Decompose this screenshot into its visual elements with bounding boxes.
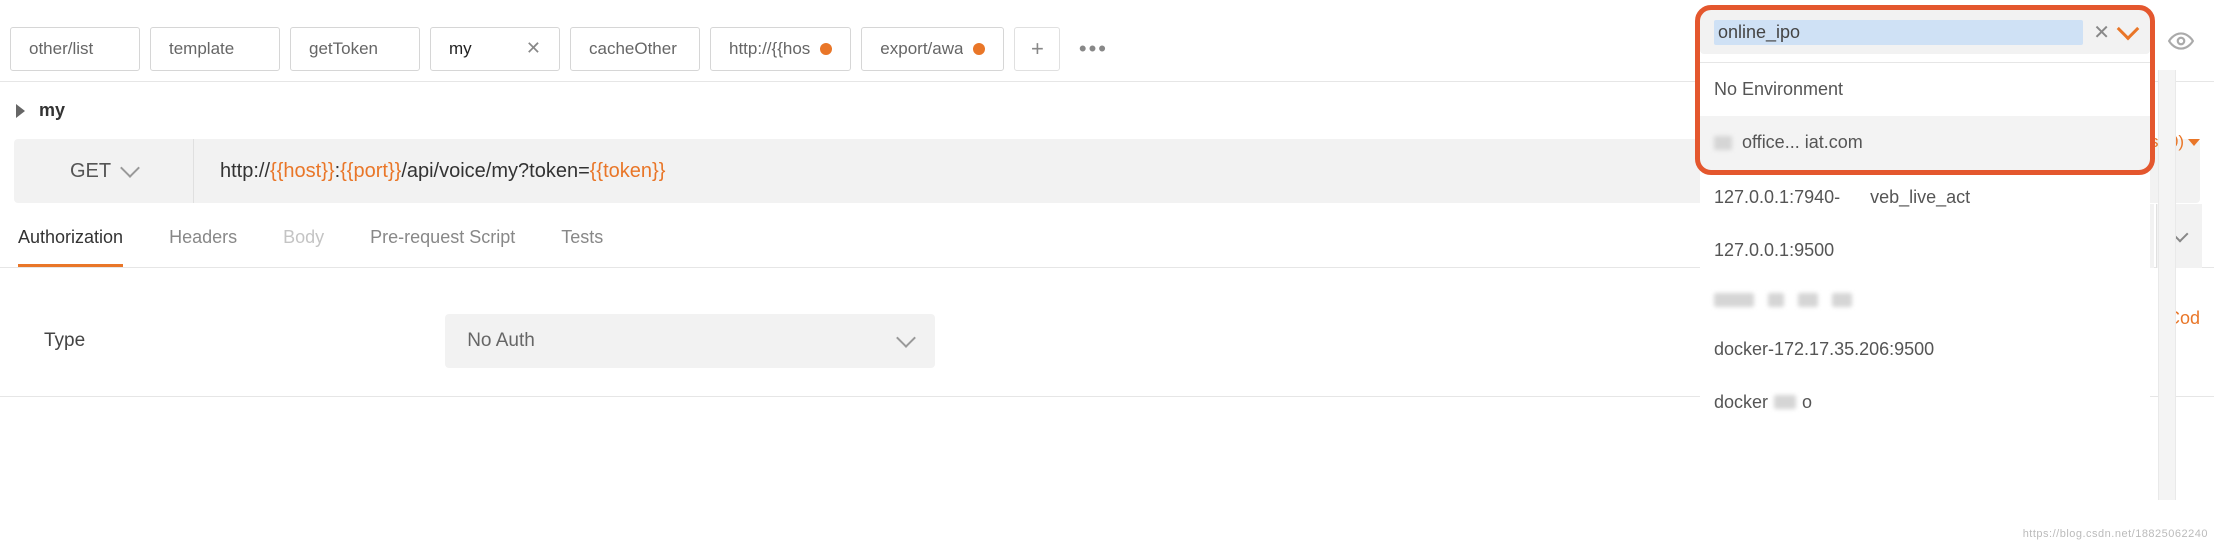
http-method-label: GET	[70, 160, 111, 183]
url-var: {{port}}	[340, 160, 401, 183]
tab-cacheother[interactable]: cacheOther	[570, 27, 700, 71]
req-tab-label: Body	[283, 227, 324, 247]
chevron-down-icon	[896, 328, 916, 348]
blurred-text	[1774, 395, 1796, 409]
chevron-down-icon	[120, 158, 140, 178]
env-item-label: 127.0.0.1:7940-	[1714, 187, 1840, 208]
tab-template[interactable]: template	[150, 27, 280, 71]
blurred-text	[1714, 136, 1732, 150]
tab-gettoken[interactable]: getToken	[290, 27, 420, 71]
tab-tests[interactable]: Tests	[561, 227, 603, 267]
watermark: https://blog.csdn.net/18825062240	[2023, 528, 2208, 540]
env-item-label: No Environment	[1714, 79, 1843, 99]
tab-label: getToken	[309, 39, 401, 59]
env-item-label: veb_live_act	[1870, 187, 1970, 208]
req-tab-label: Headers	[169, 227, 237, 247]
tab-label: export/awa	[880, 39, 963, 59]
auth-type-select[interactable]: No Auth	[445, 314, 935, 368]
unsaved-dot-icon	[820, 43, 832, 55]
tab-my[interactable]: my ✕	[430, 27, 560, 71]
url-var: {{host}}	[270, 160, 335, 183]
tab-label: cacheOther	[589, 39, 681, 59]
scrollbar[interactable]	[2158, 70, 2176, 500]
env-item-label: docker-172.17.35.206:9500	[1714, 339, 1934, 359]
req-tab-label: Tests	[561, 227, 603, 247]
url-seg: http://	[220, 160, 270, 183]
tab-body[interactable]: Body	[283, 227, 324, 267]
req-tab-label: Pre-request Script	[370, 227, 515, 247]
env-item-7940[interactable]: 127.0.0.1:7940- veb_live_act	[1700, 171, 2150, 224]
environment-select[interactable]: online_ipo ✕	[1700, 10, 2150, 54]
tab-authorization[interactable]: Authorization	[18, 227, 123, 267]
environment-selected: online_ipo	[1714, 20, 2083, 45]
tab-http-hos[interactable]: http://{{hos	[710, 27, 851, 71]
auth-type-value: No Auth	[467, 330, 535, 352]
environment-panel: online_ipo ✕ No Environment office... ia…	[1700, 10, 2150, 429]
close-icon[interactable]: ✕	[2093, 20, 2110, 45]
env-item-label: office... iat.com	[1742, 132, 1863, 153]
blurred-text	[1714, 293, 2136, 307]
url-var: {{token}}	[590, 160, 666, 183]
unsaved-dot-icon	[973, 43, 985, 55]
url-seg: /api/voice/my?token=	[401, 160, 589, 183]
env-item-docker-ip[interactable]: docker-172.17.35.206:9500	[1700, 323, 2150, 376]
req-tab-label: Authorization	[18, 227, 123, 247]
auth-type-label: Type	[44, 330, 85, 352]
env-item-label: 127.0.0.1:9500	[1714, 240, 1834, 260]
tab-other-list[interactable]: other/list	[10, 27, 140, 71]
collapse-icon[interactable]	[16, 104, 25, 118]
env-item-docker[interactable]: docker o	[1700, 376, 2150, 429]
quick-look-icon[interactable]	[2160, 20, 2202, 62]
request-name: my	[39, 100, 65, 121]
environment-dropdown: No Environment office... iat.com 127.0.0…	[1700, 62, 2150, 429]
tab-label: my	[449, 39, 516, 59]
tab-export-awa[interactable]: export/awa	[861, 27, 1004, 71]
tab-prerequest[interactable]: Pre-request Script	[370, 227, 515, 267]
tab-label: template	[169, 39, 261, 59]
tab-label: http://{{hos	[729, 39, 810, 59]
new-tab-button[interactable]: +	[1014, 27, 1060, 71]
chevron-down-icon	[2188, 139, 2200, 146]
tab-headers[interactable]: Headers	[169, 227, 237, 267]
env-item-9500[interactable]: 127.0.0.1:9500	[1700, 224, 2150, 277]
http-method-select[interactable]: GET	[14, 139, 194, 203]
env-item-blurred[interactable]	[1700, 277, 2150, 323]
env-item-office[interactable]: office... iat.com	[1700, 116, 2150, 171]
tab-overflow-button[interactable]: •••	[1070, 27, 1116, 71]
chevron-down-icon[interactable]	[2117, 18, 2140, 41]
close-icon[interactable]: ✕	[526, 38, 541, 59]
env-item-no-environment[interactable]: No Environment	[1700, 63, 2150, 116]
tab-label: other/list	[29, 39, 121, 59]
